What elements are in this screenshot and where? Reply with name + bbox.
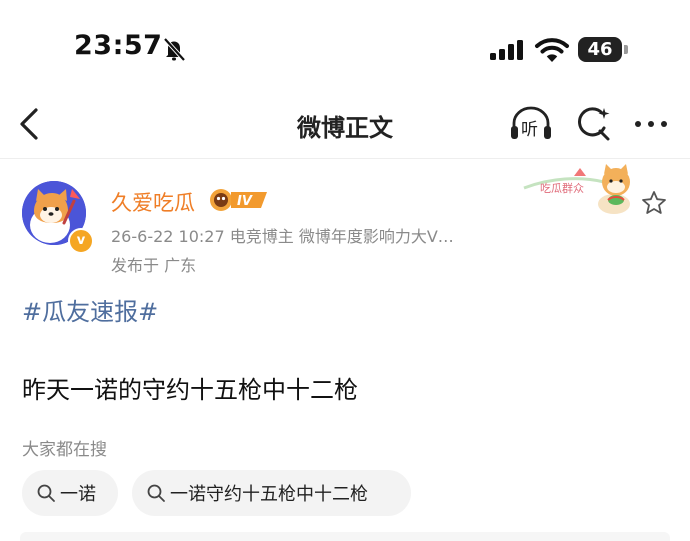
listen-label: 听 xyxy=(521,120,538,140)
search-chip-label: 一诺守约十五枪中十二枪 xyxy=(170,484,368,505)
status-time: 23:57 xyxy=(74,30,163,61)
topic-hashtag[interactable]: #瓜友速报# xyxy=(22,292,158,327)
cellular-signal-icon xyxy=(490,40,523,60)
post-content: 昨天一诺的守约十五枪中十二枪 xyxy=(22,376,358,404)
search-icon xyxy=(147,484,165,502)
trending-search-hint: 大家都在搜 xyxy=(22,440,107,460)
more-icon[interactable] xyxy=(632,112,672,136)
verified-badge: v xyxy=(68,228,94,254)
search-icon xyxy=(37,484,55,502)
medal-text: IV xyxy=(237,194,253,209)
favorite-star-icon[interactable] xyxy=(640,189,668,217)
battery-level: 46 xyxy=(587,39,613,60)
wifi-icon xyxy=(535,38,569,62)
username[interactable]: 久爱吃瓜 xyxy=(111,187,195,217)
search-chip-label: 一诺 xyxy=(60,484,96,505)
sticker-text: 吃瓜群众 xyxy=(540,181,584,195)
listen-button[interactable]: 听 xyxy=(508,104,554,144)
post-location: 发布于 广东 xyxy=(111,256,197,275)
post-meta: 26-6-22 10:27 电竞博主 微博年度影响力大V… xyxy=(111,227,454,246)
next-section-edge xyxy=(20,532,670,541)
search-icon[interactable] xyxy=(573,104,613,144)
search-chip[interactable]: 一诺 xyxy=(22,470,118,516)
melon-eater-sticker: 吃瓜群众 xyxy=(523,164,630,214)
battery-icon: 46 xyxy=(578,37,630,64)
search-chip[interactable]: 一诺守约十五枪中十二枪 xyxy=(132,470,411,516)
level-medal-icon: IV xyxy=(210,189,267,211)
bell-muted-icon xyxy=(163,37,186,62)
